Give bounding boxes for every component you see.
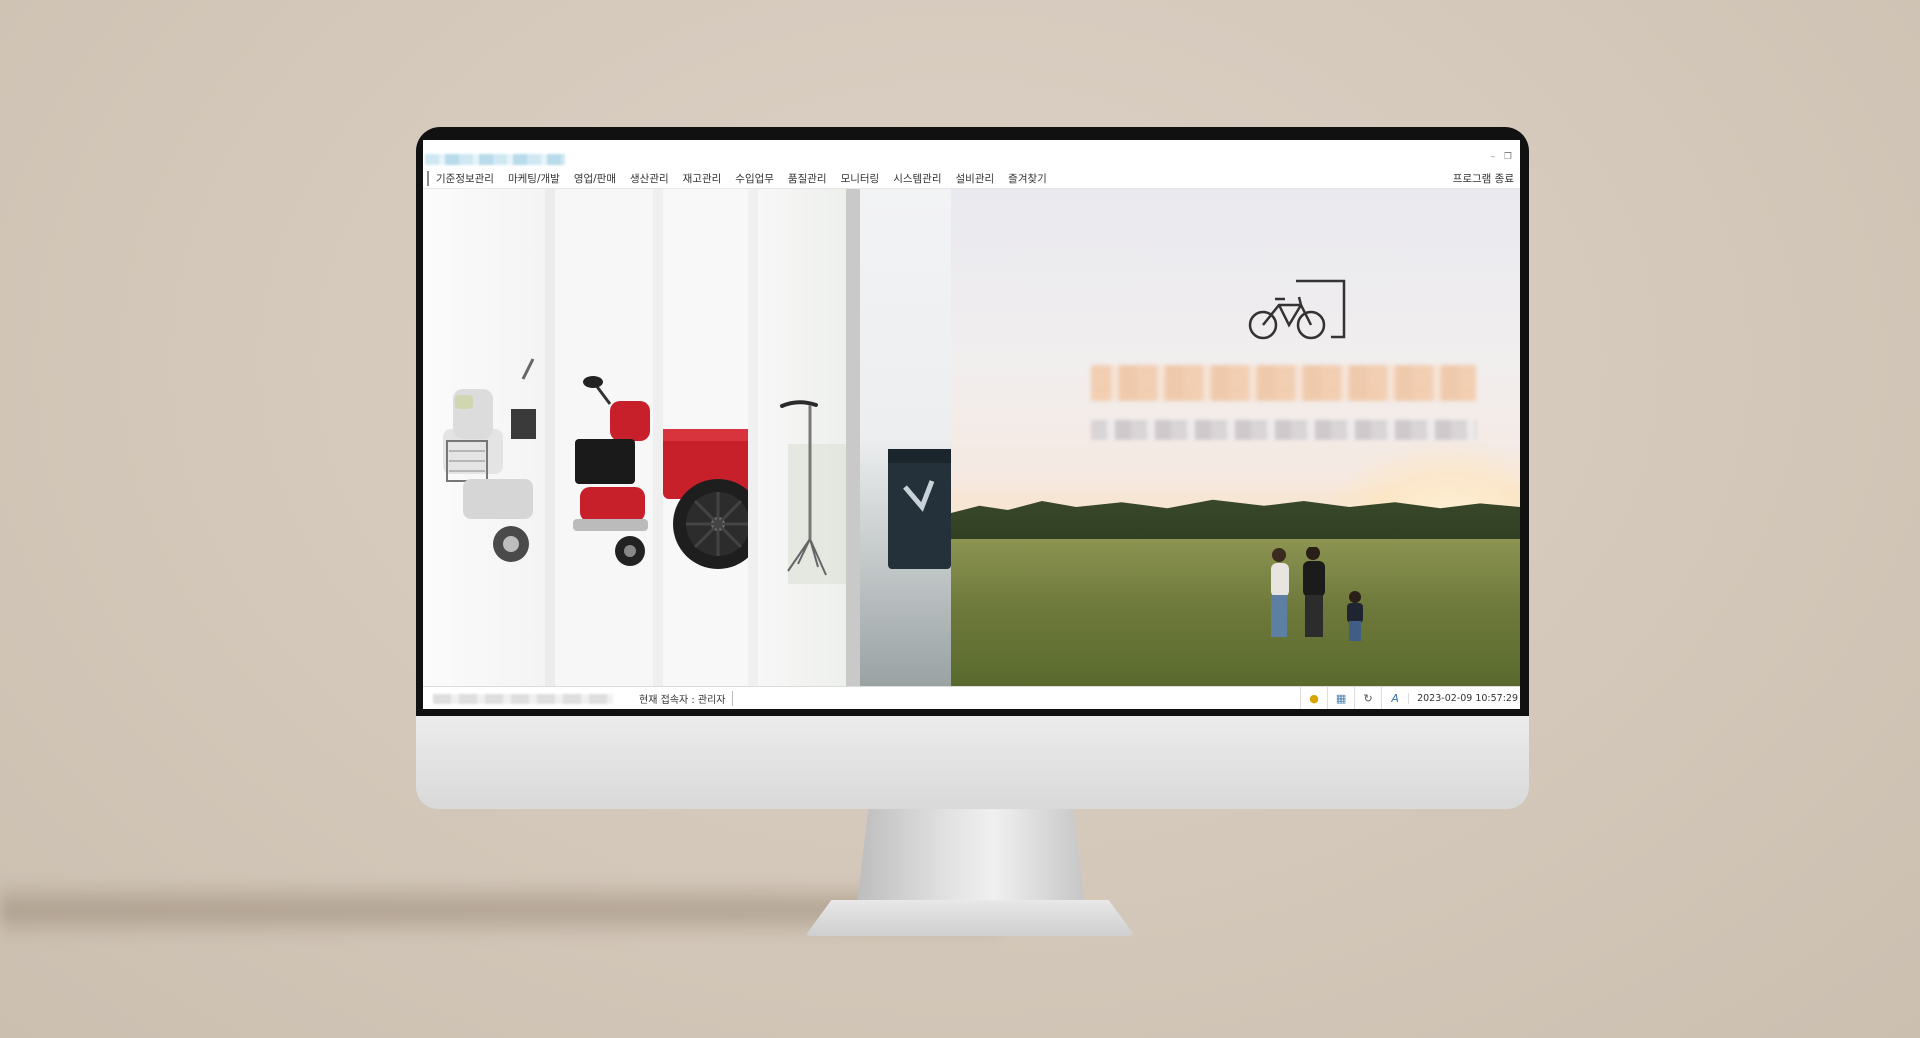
panel-divider — [545, 189, 555, 686]
menu-item-system[interactable]: 시스템관리 — [886, 171, 948, 186]
bicycle-logo-icon — [1248, 279, 1346, 340]
product-panel-scooter-silver — [423, 189, 545, 686]
exit-program-button[interactable]: 프로그램 종료 — [1446, 171, 1520, 186]
menu-item-marketing[interactable]: 마케팅/개발 — [501, 171, 567, 186]
current-user-label: 현재 접속자 : 관리자 — [633, 691, 733, 706]
storage-bag-image — [888, 449, 951, 569]
blurred-title — [1091, 365, 1476, 401]
status-icons: ● ▦ ↻ A 2023-02-09 10:57:29 — [1300, 687, 1520, 709]
window-controls: – ❐ — [1485, 152, 1512, 162]
product-panel-scooter-red — [555, 189, 653, 686]
panel-divider — [846, 189, 860, 686]
panel-divider — [748, 189, 758, 686]
product-panel-wheel — [663, 189, 748, 686]
blurred-subtitle — [1091, 420, 1476, 440]
menu-item-master-data[interactable]: 기준정보관리 — [427, 170, 501, 186]
product-panel-bag — [860, 189, 951, 686]
panel-divider — [653, 189, 663, 686]
minimize-button[interactable]: – — [1491, 152, 1496, 162]
status-bar: 현재 접속자 : 관리자 ● ▦ ↻ A 2023-02-09 10:57:29 — [423, 686, 1520, 709]
restore-button[interactable]: ❐ — [1504, 152, 1512, 162]
keyboard-icon[interactable]: ▦ — [1327, 687, 1354, 709]
bell-icon[interactable]: ● — [1300, 687, 1327, 709]
walking-cane-image — [780, 400, 846, 584]
hero-banner — [951, 189, 1520, 686]
blurred-status-text — [433, 693, 613, 704]
red-wheel-image — [663, 429, 748, 569]
menu-item-monitoring[interactable]: 모니터링 — [834, 171, 887, 186]
menu-item-favorites[interactable]: 즐겨찾기 — [1001, 171, 1054, 186]
menu-item-import[interactable]: 수입업무 — [728, 171, 781, 186]
menu-item-production[interactable]: 생산관리 — [623, 171, 676, 186]
menu-item-inventory[interactable]: 재고관리 — [676, 171, 729, 186]
monitor-chin — [416, 716, 1529, 809]
family-walking-image — [1271, 547, 1363, 641]
main-content — [423, 189, 1520, 686]
product-panel-cane — [758, 189, 846, 686]
menu-item-equipment[interactable]: 설비관리 — [949, 171, 1002, 186]
refresh-icon[interactable]: ↻ — [1354, 687, 1381, 709]
app-logo — [425, 154, 565, 165]
app-screen: – ❐ 기준정보관리 마케팅/개발 영업/판매 생산관리 재고관리 수입업무 품… — [423, 140, 1520, 709]
menu-bar: 기준정보관리 마케팅/개발 영업/판매 생산관리 재고관리 수입업무 품질관리 … — [423, 168, 1520, 189]
menu-item-quality[interactable]: 품질관리 — [781, 171, 834, 186]
red-scooter-image — [573, 376, 650, 566]
menu-item-sales[interactable]: 영업/판매 — [567, 171, 623, 186]
monitor-stand-base — [805, 900, 1135, 936]
silver-scooter-image — [443, 358, 536, 562]
grass-field — [951, 539, 1520, 686]
datetime-display: 2023-02-09 10:57:29 — [1408, 693, 1520, 704]
spellcheck-icon[interactable]: A — [1381, 687, 1408, 709]
title-bar: – ❐ — [423, 140, 1520, 168]
monitor-stand — [857, 809, 1085, 904]
